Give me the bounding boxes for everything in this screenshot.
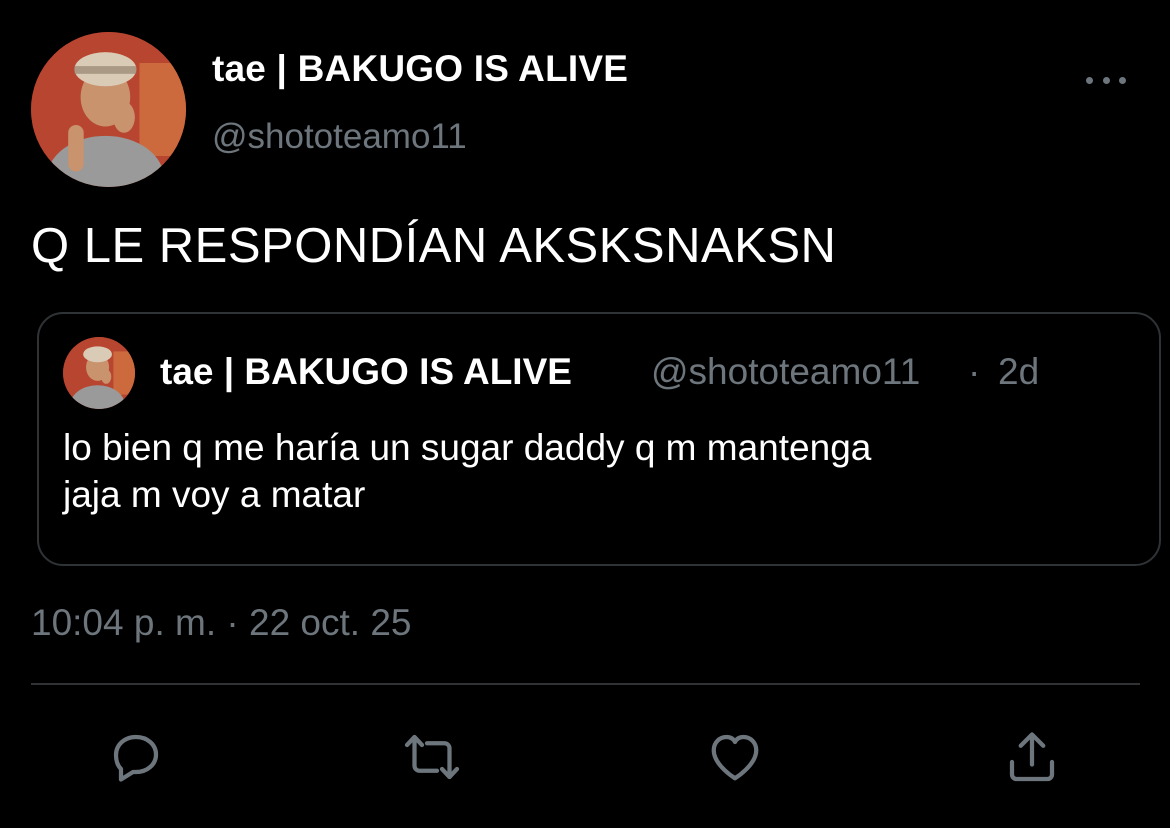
reply-button[interactable] bbox=[104, 725, 168, 789]
author-handle[interactable]: @shototeamo11 bbox=[212, 117, 467, 157]
dot bbox=[1102, 76, 1110, 84]
author-avatar[interactable] bbox=[31, 32, 186, 187]
avatar-photo bbox=[63, 337, 135, 409]
quoted-display-name: tae | BAKUGO IS ALIVE bbox=[160, 351, 572, 392]
tweet-time: 10:04 p. m. bbox=[31, 602, 217, 643]
quoted-tweet-text: lo bien q me haría un sugar daddy q m ma… bbox=[63, 424, 1123, 518]
tweet-text: Q LE RESPONDÍAN AKSKSNAKSN bbox=[31, 219, 837, 273]
share-icon bbox=[1009, 732, 1055, 782]
retweet-button[interactable] bbox=[400, 725, 464, 789]
reply-icon bbox=[113, 734, 159, 782]
tweet-timestamp[interactable]: 10:04 p. m. · 22 oct. 25 bbox=[31, 602, 412, 644]
dot bbox=[1119, 76, 1126, 84]
more-options-icon[interactable] bbox=[1086, 66, 1126, 94]
share-button[interactable] bbox=[1000, 725, 1064, 789]
tweet-date: 22 oct. 25 bbox=[249, 602, 412, 643]
author-display-name[interactable]: tae | BAKUGO IS ALIVE bbox=[212, 48, 628, 90]
divider bbox=[31, 683, 1140, 685]
quoted-text-line: jaja m voy a matar bbox=[63, 474, 366, 515]
quoted-age: 2d bbox=[998, 351, 1040, 392]
heart-icon bbox=[711, 734, 759, 781]
quoted-text-line: lo bien q me haría un sugar daddy q m ma… bbox=[63, 427, 872, 468]
quoted-handle: @shototeamo11 bbox=[651, 351, 921, 392]
quoted-separator: · bbox=[968, 351, 981, 392]
retweet-icon bbox=[404, 734, 460, 780]
dot bbox=[1086, 76, 1093, 84]
timestamp-separator: · bbox=[226, 602, 239, 643]
like-button[interactable] bbox=[703, 725, 767, 789]
avatar-photo bbox=[31, 32, 186, 187]
quoted-author-avatar bbox=[63, 337, 135, 409]
